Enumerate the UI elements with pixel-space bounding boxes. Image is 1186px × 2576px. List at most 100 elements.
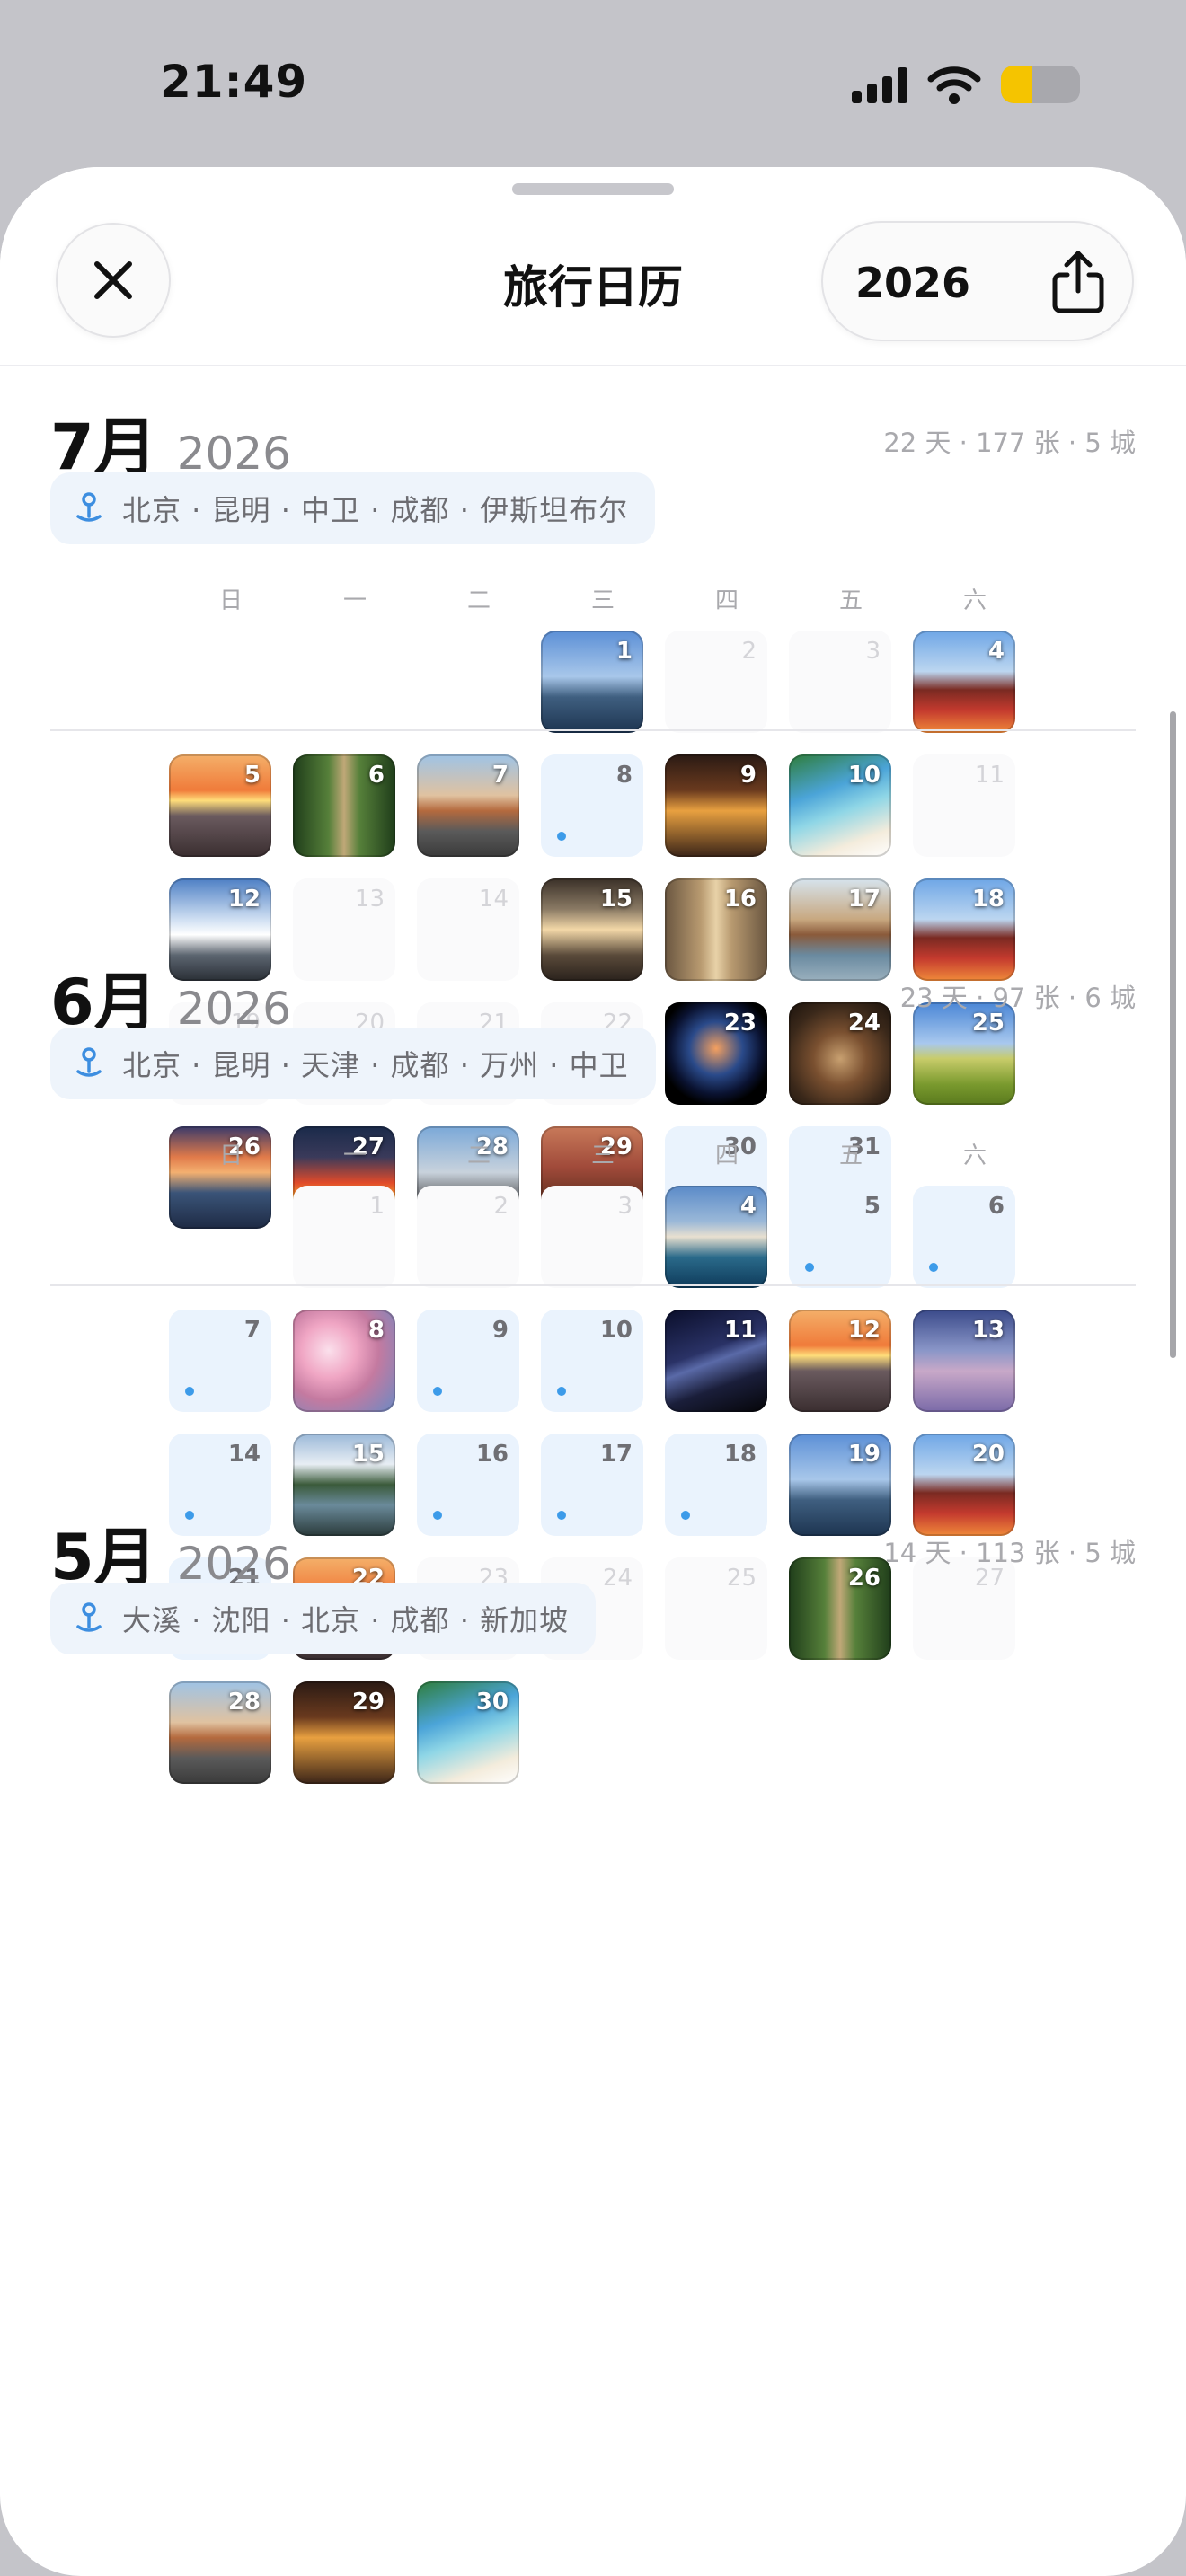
day-number: 10 xyxy=(847,762,881,789)
year-label[interactable]: 2026 xyxy=(855,259,970,307)
month-stats: 14 天 · 113 张 · 5 城 xyxy=(883,1538,1136,1568)
day-number: 2 xyxy=(741,638,757,665)
calendar-day-trip[interactable]: 18 xyxy=(665,1434,767,1536)
day-number: 20 xyxy=(971,1441,1005,1468)
year-selector[interactable]: 2026 xyxy=(821,221,1134,341)
weekday-label: 六 xyxy=(962,587,987,614)
calendar-day: 25 xyxy=(665,1557,767,1660)
calendar-day-photo[interactable]: 18 xyxy=(913,878,1015,981)
calendar-day-trip[interactable]: 17 xyxy=(541,1434,643,1536)
day-number: 7 xyxy=(491,762,509,789)
calendar-day-trip[interactable]: 8 xyxy=(541,754,643,857)
day-number: 11 xyxy=(974,762,1005,789)
trip-indicator-dot xyxy=(557,1387,566,1396)
calendar-day-photo[interactable]: 26 xyxy=(789,1557,891,1660)
day-number: 18 xyxy=(971,886,1005,913)
calendar-day: 27 xyxy=(913,1557,1015,1660)
calendar-day-photo[interactable]: 28 xyxy=(169,1681,271,1784)
calendar-day-photo[interactable]: 7 xyxy=(417,754,519,857)
calendar-day-trip[interactable]: 10 xyxy=(541,1310,643,1412)
month-divider xyxy=(50,1284,1136,1286)
trip-indicator-dot xyxy=(433,1511,442,1520)
calendar-day-photo[interactable]: 5 xyxy=(169,754,271,857)
status-icons xyxy=(852,65,1080,104)
calendar-day-photo[interactable]: 4 xyxy=(665,1186,767,1288)
cities-pill[interactable]: 北京 · 昆明 · 天津 · 成都 · 万州 · 中卫 xyxy=(50,1028,656,1099)
weekday-label: 日 xyxy=(218,1142,243,1169)
weekday-header: 日一二三四五六 xyxy=(169,582,1037,615)
calendar-day-photo[interactable]: 13 xyxy=(913,1310,1015,1412)
weekday-label: 一 xyxy=(342,587,367,614)
day-number: 5 xyxy=(863,1193,881,1220)
trip-indicator-dot xyxy=(805,1263,814,1272)
sheet-grabber[interactable] xyxy=(512,183,674,195)
calendar-day-photo[interactable]: 15 xyxy=(293,1434,395,1536)
calendar-day-photo[interactable]: 20 xyxy=(913,1434,1015,1536)
calendar-day-photo[interactable]: 25 xyxy=(913,1002,1015,1105)
day-number: 4 xyxy=(987,638,1005,665)
calendar-day-photo[interactable]: 16 xyxy=(665,878,767,981)
cities-pill[interactable]: 大溪 · 沈阳 · 北京 · 成都 · 新加坡 xyxy=(50,1583,597,1654)
weekday-label: 六 xyxy=(962,1142,987,1169)
calendar-day-photo[interactable]: 30 xyxy=(417,1681,519,1784)
day-number: 6 xyxy=(987,1193,1005,1220)
calendar-day-photo[interactable]: 15 xyxy=(541,878,643,981)
calendar-day-photo[interactable]: 19 xyxy=(789,1434,891,1536)
sheet-header: 旅行日历 2026 xyxy=(0,167,1186,366)
day-number: 3 xyxy=(865,638,881,665)
wifi-icon xyxy=(927,66,981,104)
day-number: 15 xyxy=(599,886,633,913)
calendar-empty-cell xyxy=(417,631,519,733)
calendar-empty-cell xyxy=(169,1186,271,1288)
calendar-day-trip[interactable]: 6 xyxy=(913,1186,1015,1288)
cellular-signal-icon xyxy=(852,66,907,103)
weekday-header: 日一二三四五六 xyxy=(169,1137,1037,1170)
day-number: 26 xyxy=(847,1565,881,1592)
calendar-day-photo[interactable]: 8 xyxy=(293,1310,395,1412)
calendar-day-photo[interactable]: 11 xyxy=(665,1310,767,1412)
status-time: 21:49 xyxy=(160,56,308,108)
weekday-label: 三 xyxy=(590,1142,615,1169)
calendar-day-photo[interactable]: 12 xyxy=(789,1310,891,1412)
calendar-day: 3 xyxy=(541,1186,643,1288)
trip-indicator-dot xyxy=(557,1511,566,1520)
day-number: 16 xyxy=(475,1441,509,1468)
calendar-day-photo[interactable]: 29 xyxy=(293,1681,395,1784)
day-number: 30 xyxy=(475,1689,509,1716)
location-pin-icon xyxy=(76,492,102,522)
status-bar: 21:49 xyxy=(0,0,1186,171)
calendar-day-photo[interactable]: 1 xyxy=(541,631,643,733)
day-number: 11 xyxy=(723,1317,757,1344)
cities-pill[interactable]: 北京 · 昆明 · 中卫 · 成都 · 伊斯坦布尔 xyxy=(50,472,656,544)
calendar-empty-cell xyxy=(169,631,271,733)
weekday-label: 三 xyxy=(590,587,615,614)
calendar-day-trip[interactable]: 5 xyxy=(789,1186,891,1288)
calendar-day-photo[interactable]: 6 xyxy=(293,754,395,857)
calendar-day: 14 xyxy=(417,878,519,981)
calendar-day-photo[interactable]: 23 xyxy=(665,1002,767,1105)
calendar-day: 2 xyxy=(417,1186,519,1288)
trip-indicator-dot xyxy=(681,1511,690,1520)
calendar-day: 11 xyxy=(913,754,1015,857)
calendar-day-photo[interactable]: 17 xyxy=(789,878,891,981)
calendar-day-trip[interactable]: 16 xyxy=(417,1434,519,1536)
share-icon[interactable] xyxy=(1042,246,1114,318)
day-number: 17 xyxy=(847,886,881,913)
day-number: 13 xyxy=(354,886,385,913)
cities-list: 北京 · 昆明 · 天津 · 成都 · 万州 · 中卫 xyxy=(122,1048,629,1082)
calendar-day-photo[interactable]: 9 xyxy=(665,754,767,857)
calendar-day: 13 xyxy=(293,878,395,981)
weekday-label: 四 xyxy=(714,587,739,614)
scroll-indicator[interactable] xyxy=(1170,711,1176,1358)
calendar-day: 1 xyxy=(293,1186,395,1288)
day-number: 12 xyxy=(227,886,261,913)
weekday-label: 五 xyxy=(838,587,863,614)
day-number: 25 xyxy=(726,1565,757,1592)
calendar-day-trip[interactable]: 9 xyxy=(417,1310,519,1412)
calendar-day-photo[interactable]: 10 xyxy=(789,754,891,857)
month-stats: 23 天 · 97 张 · 6 城 xyxy=(899,983,1136,1013)
calendar-day-photo[interactable]: 24 xyxy=(789,1002,891,1105)
day-number: 1 xyxy=(369,1193,385,1220)
calendar-day-photo[interactable]: 4 xyxy=(913,631,1015,733)
calendar-day-trip[interactable]: 7 xyxy=(169,1310,271,1412)
